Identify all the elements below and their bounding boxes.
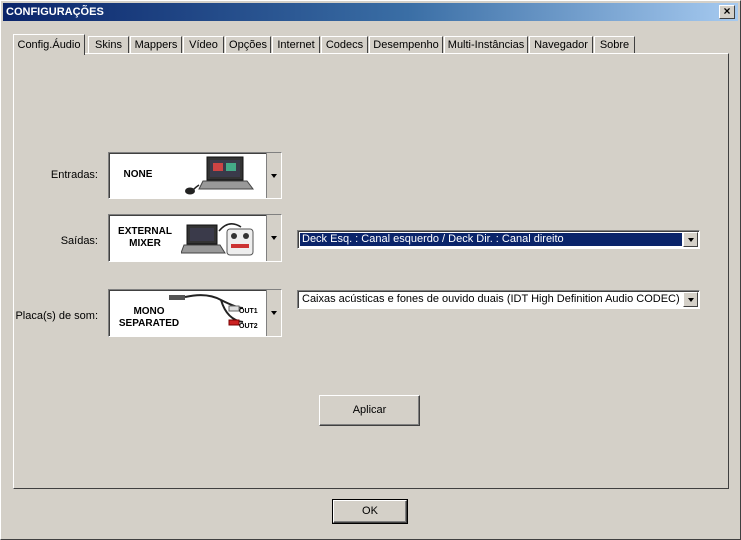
outputs-channel-select[interactable]: Deck Esq. : Canal esquerdo / Deck Dir. :… xyxy=(297,230,700,249)
tab-skins[interactable]: Skins xyxy=(88,36,129,54)
outputs-text-line2: MIXER xyxy=(129,238,161,249)
chevron-down-icon xyxy=(687,237,694,242)
window-title: CONFIGURAÇÕES xyxy=(6,6,104,18)
tab-codecs[interactable]: Codecs xyxy=(321,36,368,54)
inputs-label: Entradas: xyxy=(50,169,98,181)
tab-label: Vídeo xyxy=(189,39,218,51)
chevron-down-icon xyxy=(271,311,277,315)
laptop-with-mixer-icon xyxy=(181,223,254,256)
tab-desempenho[interactable]: Desempenho xyxy=(369,36,443,54)
tab-internet[interactable]: Internet xyxy=(272,36,320,54)
outputs-selection-text: EXTERNAL MIXER xyxy=(111,226,179,250)
chevron-down-icon xyxy=(271,236,277,240)
soundcard-label: Placa(s) de som: xyxy=(15,310,98,322)
outputs-dropdown-arrow[interactable] xyxy=(266,215,281,261)
ok-button[interactable]: OK xyxy=(332,499,408,524)
soundcard-device-value: Caixas acústicas e fones de ouvido duais… xyxy=(302,293,680,305)
tab-label: Config.Áudio xyxy=(17,39,81,51)
tab-label: Multi-Instâncias xyxy=(447,39,525,51)
outputs-channel-dropdown-button[interactable] xyxy=(683,232,698,247)
outputs-text-line1: EXTERNAL xyxy=(118,226,172,237)
soundcard-text-line2: SEPARATED xyxy=(118,318,180,329)
soundcard-device-select[interactable]: Caixas acústicas e fones de ouvido duais… xyxy=(297,290,700,309)
soundcard-device-dropdown-button[interactable] xyxy=(683,292,698,307)
tab-label: Sobre xyxy=(599,39,630,51)
outputs-channel-value: Deck Esq. : Canal esquerdo / Deck Dir. :… xyxy=(300,233,682,246)
tab-opcoes[interactable]: Opções xyxy=(225,36,271,54)
soundcard-dropdown-arrow[interactable] xyxy=(266,290,281,336)
soundcard-text-line1: MONO xyxy=(133,306,165,317)
soundcard-selection-text: MONO SEPARATED xyxy=(111,306,187,330)
tab-sobre[interactable]: Sobre xyxy=(594,36,635,54)
apply-button[interactable]: Aplicar xyxy=(319,395,420,426)
close-icon: × xyxy=(723,4,731,18)
soundcard-selector[interactable]: MONO SEPARATED OUT1 OUT2 xyxy=(108,289,282,337)
tab-label: Opções xyxy=(229,39,267,51)
audio-config-panel: Entradas: NONE Saídas: EXTERNAL MIXER De… xyxy=(13,53,729,489)
out2-label: OUT2 xyxy=(239,323,258,330)
tab-video[interactable]: Vídeo xyxy=(183,36,224,54)
tab-config-audio[interactable]: Config.Áudio xyxy=(13,34,85,55)
tab-label: Navegador xyxy=(534,39,588,51)
chevron-down-icon xyxy=(687,297,694,302)
chevron-down-icon xyxy=(271,173,277,178)
inputs-dropdown-arrow[interactable] xyxy=(266,153,281,198)
title-bar: CONFIGURAÇÕES × xyxy=(3,3,738,21)
tab-label: Desempenho xyxy=(373,39,439,51)
inputs-selector[interactable]: NONE xyxy=(108,152,282,199)
outputs-selector[interactable]: EXTERNAL MIXER xyxy=(108,214,282,262)
settings-window: CONFIGURAÇÕES × Config.Áudio Skins Mappe… xyxy=(0,0,741,540)
tab-navegador[interactable]: Navegador xyxy=(529,36,593,54)
tab-multi-instancias[interactable]: Multi-Instâncias xyxy=(444,36,528,54)
close-button[interactable]: × xyxy=(719,5,735,19)
tab-label: Skins xyxy=(95,39,122,51)
inputs-selection-text: NONE xyxy=(123,169,153,180)
tab-label: Codecs xyxy=(325,39,364,51)
outputs-label: Saídas: xyxy=(60,235,98,247)
laptop-with-mouse-icon xyxy=(185,156,254,195)
tab-label: Internet xyxy=(277,39,315,51)
tab-label: Mappers xyxy=(134,39,178,51)
out1-label: OUT1 xyxy=(239,308,258,315)
tab-mappers[interactable]: Mappers xyxy=(130,36,182,54)
